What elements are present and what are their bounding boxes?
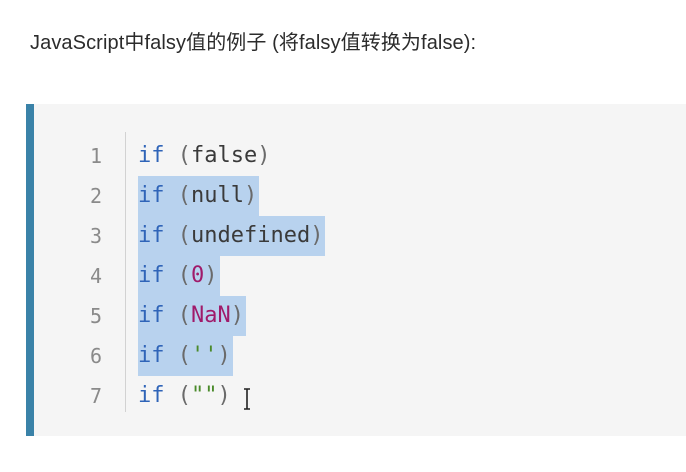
text-selection: if ('') xyxy=(138,336,233,376)
line-number: 6 xyxy=(89,344,102,368)
open-paren: ( xyxy=(164,383,191,408)
code-line[interactable]: if (null) xyxy=(138,176,325,216)
close-paren: ) xyxy=(217,383,231,408)
gutter-divider xyxy=(125,132,126,412)
line-number: 5 xyxy=(89,304,102,328)
keyword-if: if xyxy=(138,383,165,408)
code-line[interactable]: if (NaN) xyxy=(138,296,325,336)
page-heading: JavaScript中falsy值的例子 (将falsy值转换为false): xyxy=(30,32,477,54)
open-paren: ( xyxy=(164,303,191,328)
keyword-if: if xyxy=(138,183,165,208)
close-paren: ) xyxy=(204,263,218,288)
literal-false: false xyxy=(191,143,258,168)
code-block[interactable]: 1 2 3 4 5 6 7 if (false) if (null) if (u… xyxy=(26,104,686,436)
text-selection: if (0) xyxy=(138,256,220,296)
line-number: 7 xyxy=(89,384,102,408)
close-paren: ) xyxy=(230,303,244,328)
code-lines[interactable]: if (false) if (null) if (undefined) if (… xyxy=(138,136,326,416)
line-number: 4 xyxy=(89,264,102,288)
keyword-if: if xyxy=(138,263,165,288)
open-paren: ( xyxy=(164,223,191,248)
open-paren: ( xyxy=(164,263,191,288)
keyword-if: if xyxy=(138,223,165,248)
literal-empty-double-string: "" xyxy=(191,383,218,408)
close-paren: ) xyxy=(257,143,271,168)
close-paren: ) xyxy=(217,343,231,368)
code-line[interactable]: if (false) xyxy=(138,136,325,176)
code-line[interactable]: if ('') xyxy=(138,336,325,376)
close-paren: ) xyxy=(310,223,324,248)
literal-empty-single-string: '' xyxy=(191,343,218,368)
literal-null: null xyxy=(191,183,244,208)
text-cursor-icon xyxy=(244,388,250,410)
keyword-if: if xyxy=(138,343,165,368)
literal-zero: 0 xyxy=(191,263,205,288)
open-paren: ( xyxy=(164,183,191,208)
close-paren: ) xyxy=(243,183,258,208)
text-selection: if (undefined) xyxy=(138,216,326,256)
code-line[interactable]: if ("") xyxy=(138,376,325,416)
literal-nan: NaN xyxy=(191,303,231,328)
keyword-if: if xyxy=(138,303,165,328)
text-selection: if (NaN) xyxy=(138,296,246,336)
line-number: 3 xyxy=(89,224,102,248)
line-number-gutter: 1 2 3 4 5 6 7 xyxy=(34,136,126,416)
line-number: 1 xyxy=(89,144,102,168)
keyword-if: if xyxy=(138,143,165,168)
open-paren: ( xyxy=(164,143,191,168)
line-number: 2 xyxy=(89,184,102,208)
open-paren: ( xyxy=(164,343,191,368)
code-line[interactable]: if (undefined) xyxy=(138,216,326,256)
text-selection: if (null) xyxy=(138,176,260,216)
literal-undefined: undefined xyxy=(191,223,311,248)
code-line[interactable]: if (0) xyxy=(138,256,325,296)
